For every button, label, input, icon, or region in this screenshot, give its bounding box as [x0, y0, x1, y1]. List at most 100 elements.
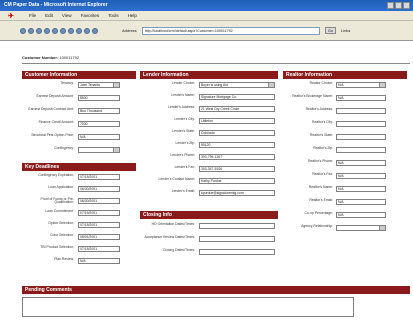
pending-comments-textarea[interactable]: [22, 297, 354, 317]
customer-info-label: Contingency:: [54, 146, 74, 150]
menu-file[interactable]: File: [29, 13, 36, 18]
closing-info-label: Closing Dates/Times:: [162, 248, 195, 252]
realtor-info-field[interactable]: N/A: [336, 160, 386, 166]
realtor-info-field[interactable]: N/A: [336, 95, 386, 101]
lender-info-field[interactable]: Littleton: [199, 118, 275, 124]
menu-bar: ✈ File Edit View Favorites Tools Help: [0, 11, 413, 21]
customer-info-field[interactable]: [78, 147, 120, 153]
back-icon[interactable]: [20, 27, 26, 34]
customer-info-field[interactable]: Joint Tenants: [78, 82, 120, 88]
favorites-icon[interactable]: [68, 27, 74, 34]
key-deadlines-field[interactable]: 06/30/2001: [78, 186, 120, 192]
customer-info-label: Earnest Deposit Amount:: [36, 94, 74, 98]
menu-edit[interactable]: Edit: [45, 13, 53, 18]
lender-info-field[interactable]: Signature Mortgage Co.: [199, 94, 275, 100]
lender-info-field[interactable]: Buyer is using Aid: [199, 82, 275, 88]
realtor-info-label: Realtor's Phone:: [308, 159, 333, 163]
realtor-info-field[interactable]: [336, 134, 386, 140]
lender-info-field[interactable]: Colorado: [199, 130, 275, 136]
realtor-info-label: Realtor's State:: [309, 133, 333, 137]
customer-number-value: 100011792: [59, 55, 80, 60]
realtor-info-field[interactable]: N/A: [336, 186, 386, 192]
realtor-info-field[interactable]: [336, 121, 386, 127]
links-button[interactable]: Links: [341, 28, 350, 33]
realtor-info-field[interactable]: N/A: [336, 212, 386, 218]
menu-view[interactable]: View: [62, 13, 72, 18]
lender-info-field[interactable]: 80120: [199, 142, 275, 148]
close-button[interactable]: [403, 2, 410, 9]
lender-info-field[interactable]: 21 West Dry Creek Circle: [199, 106, 275, 112]
closing-info-field[interactable]: [199, 223, 275, 229]
closing-info-label: HO Orientation Dates/Times:: [151, 222, 195, 226]
key-deadlines-field[interactable]: 07/15/2001: [78, 246, 120, 252]
lender-info-label: Lender's Name:: [171, 93, 195, 97]
print-icon[interactable]: [92, 27, 98, 34]
lender-info-label: Lender's Phone:: [170, 153, 195, 157]
lender-info-header: Lender Information: [140, 71, 278, 79]
lender-info-field[interactable]: 303-795-1267: [199, 154, 275, 160]
stop-icon[interactable]: [36, 27, 42, 34]
lender-info-field[interactable]: Kathy Purdue: [199, 178, 275, 184]
realtor-info-label: Realtor Choice:: [309, 81, 333, 85]
realtor-info-field[interactable]: N/A: [336, 199, 386, 205]
customer-info-field[interactable]: $500: [78, 95, 120, 101]
lender-info-label: Lender's Email:: [171, 189, 195, 193]
address-input[interactable]: http://localhost/crm/default.aspx?Custom…: [141, 26, 320, 35]
key-deadlines-field[interactable]: 08/01/2001: [78, 234, 120, 240]
address-label: Address: [122, 28, 137, 33]
customer-info-field[interactable]: N/A: [78, 134, 120, 140]
realtor-info-label: Co-op Percentage:: [304, 211, 333, 215]
go-button[interactable]: Go: [324, 27, 337, 34]
realtor-info-field[interactable]: N/A: [336, 82, 386, 88]
customer-info-label: Tenancy:: [60, 81, 74, 85]
lender-info-label: Lender's Address:: [167, 105, 195, 109]
key-deadlines-field[interactable]: 06/30/2001: [78, 198, 120, 204]
menu-tools[interactable]: Tools: [108, 13, 119, 18]
browser-toolbar: Address http://localhost/crm/default.asp…: [0, 21, 413, 41]
key-deadlines-label: Contingency Expiration:: [38, 173, 74, 177]
key-deadlines-field[interactable]: 07/15/2001: [78, 174, 120, 180]
forward-icon[interactable]: [28, 27, 34, 34]
key-deadlines-label: Loan Application:: [48, 185, 74, 189]
key-deadlines-field[interactable]: N/A: [78, 258, 120, 264]
realtor-info-label: Realtor's Fax:: [312, 172, 333, 176]
realtor-info-field[interactable]: N/A: [336, 173, 386, 179]
lender-info-field[interactable]: 303-347-5106: [199, 166, 275, 172]
key-deadlines-field[interactable]: 07/15/2001: [78, 222, 120, 228]
search-icon[interactable]: [60, 27, 66, 34]
key-deadlines-label: Proof of Funds or Pre-Qualification:: [40, 197, 74, 205]
realtor-info-label: Realtor's City:: [312, 120, 333, 124]
page-content: Customer Number: 100011792 Customer Info…: [0, 41, 413, 320]
customer-number: Customer Number: 100011792: [22, 55, 79, 60]
home-icon[interactable]: [52, 27, 58, 34]
key-deadlines-header: Key Deadlines: [22, 163, 136, 171]
key-deadlines-label: Color Selection:: [50, 233, 74, 237]
customer-info-field[interactable]: Buo Thousand: [78, 108, 120, 114]
realtor-info-field[interactable]: [336, 225, 386, 231]
maximize-button[interactable]: [395, 2, 402, 9]
minimize-button[interactable]: [387, 2, 394, 9]
key-deadlines-field[interactable]: 07/15/2001: [78, 210, 120, 216]
customer-info-field[interactable]: 7000: [78, 121, 120, 127]
realtor-info-field[interactable]: [336, 108, 386, 114]
menu-help[interactable]: Help: [128, 13, 137, 18]
closing-info-field[interactable]: [199, 236, 275, 242]
refresh-icon[interactable]: [44, 27, 50, 34]
key-deadlines-label: Loan Commitment:: [45, 209, 74, 213]
history-icon[interactable]: [76, 27, 82, 34]
closing-info-field[interactable]: [199, 249, 275, 255]
customer-info-label: Structural Pest Option Price:: [31, 133, 74, 137]
closing-info-header: Closing Info: [140, 211, 278, 219]
lender-info-label: Lender's Zip:: [175, 141, 196, 145]
key-deadlines-label: TBI Product Selection:: [40, 245, 74, 249]
menu-favorites[interactable]: Favorites: [81, 13, 100, 18]
customer-info-header: Customer Information: [22, 71, 136, 79]
key-deadlines-label: Plan Review:: [54, 257, 74, 261]
mail-icon[interactable]: [84, 27, 90, 34]
realtor-info-field[interactable]: [336, 147, 386, 153]
window-title-bar: CM Paper Data - Microsoft Internet Explo…: [0, 0, 413, 11]
realtor-info-header: Realtor Information: [283, 71, 407, 79]
lender-info-field[interactable]: kpurdue@signaturemtg.com: [199, 190, 275, 196]
realtor-info-label: Realtor's Address:: [305, 107, 333, 111]
realtor-info-label: Agency Relationship:: [301, 224, 333, 228]
